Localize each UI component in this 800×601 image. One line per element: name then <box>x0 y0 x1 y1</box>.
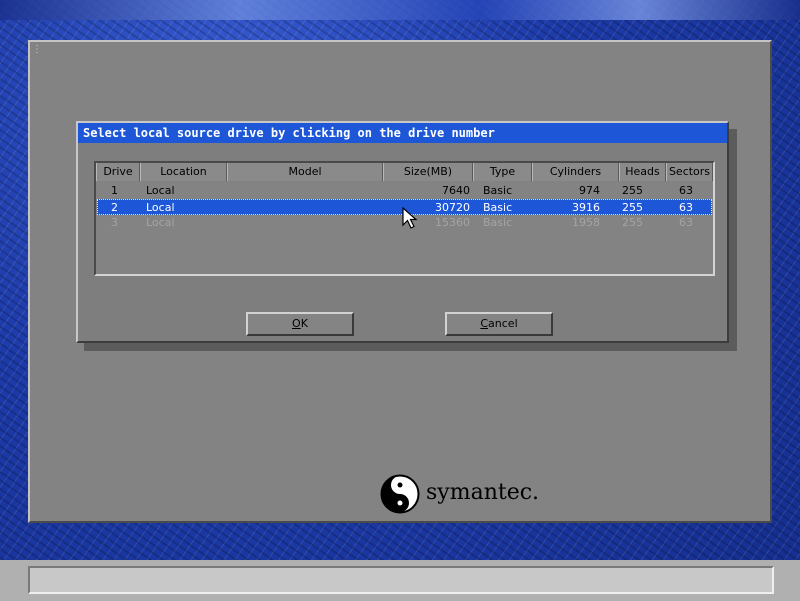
drive-sectors: 63 <box>679 201 693 214</box>
drive-list-header: Drive Location Model Size(MB) Type Cylin… <box>96 163 713 181</box>
top-decorative-strip <box>0 0 800 20</box>
drive-size: 30720 <box>435 201 470 214</box>
drive-cylinders: 3916 <box>572 201 600 214</box>
drive-number[interactable]: 2 <box>111 200 118 216</box>
status-bar <box>28 566 774 594</box>
column-header-drive[interactable]: Drive <box>96 163 140 181</box>
drive-location: Local <box>146 201 175 214</box>
window-corner-marker: ⋮ <box>32 44 42 55</box>
drive-size: 15360 <box>435 216 470 229</box>
logo-text: symantec. <box>426 480 540 505</box>
drive-cylinders: 1958 <box>572 216 600 229</box>
cancel-button-accel: C <box>480 317 489 330</box>
drive-size: 7640 <box>442 184 470 197</box>
column-header-size[interactable]: Size(MB) <box>383 163 473 181</box>
column-header-model[interactable]: Model <box>227 163 383 181</box>
drive-location: Local <box>146 216 175 229</box>
column-header-heads[interactable]: Heads <box>619 163 666 181</box>
column-header-sectors[interactable]: Sectors <box>666 163 713 181</box>
drive-sectors: 63 <box>679 216 693 229</box>
table-row[interactable]: 1 Local 7640 Basic 974 255 63 <box>97 183 712 199</box>
cancel-button[interactable]: Cancel <box>445 312 553 336</box>
column-header-type[interactable]: Type <box>473 163 532 181</box>
column-header-location[interactable]: Location <box>140 163 227 181</box>
ok-button[interactable]: OK <box>246 312 354 336</box>
ok-button-label: K <box>300 317 308 330</box>
drive-location: Local <box>146 184 175 197</box>
select-source-drive-dialog: Select local source drive by clicking on… <box>76 121 729 343</box>
symantec-logo: symantec. <box>380 474 560 514</box>
column-header-cylinders[interactable]: Cylinders <box>532 163 619 181</box>
drive-heads: 255 <box>622 184 643 197</box>
dialog-title: Select local source drive by clicking on… <box>78 123 727 143</box>
drive-type: Basic <box>483 184 513 197</box>
drive-number: 3 <box>111 216 118 229</box>
mouse-pointer-icon <box>402 207 418 229</box>
symantec-logo-icon <box>380 474 420 514</box>
drive-number[interactable]: 1 <box>111 183 118 199</box>
drive-sectors: 63 <box>679 184 693 197</box>
drive-cylinders: 974 <box>579 184 600 197</box>
ok-button-accel: O <box>292 317 301 330</box>
drive-type: Basic <box>483 201 513 214</box>
drive-type: Basic <box>483 216 513 229</box>
drive-heads: 255 <box>622 201 643 214</box>
cancel-button-label: ancel <box>488 317 518 330</box>
drive-heads: 255 <box>622 216 643 229</box>
